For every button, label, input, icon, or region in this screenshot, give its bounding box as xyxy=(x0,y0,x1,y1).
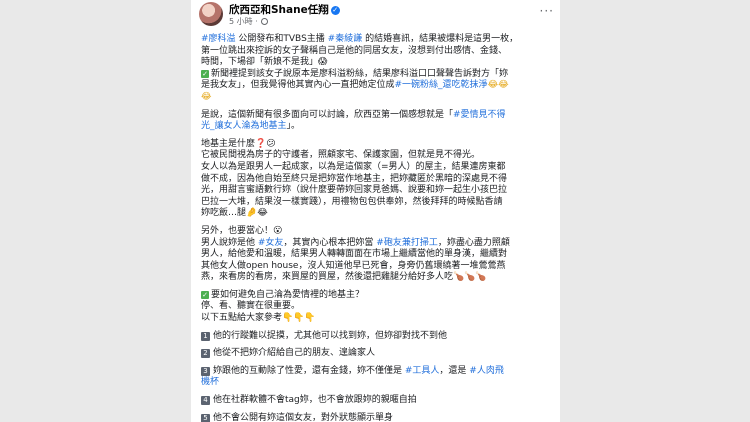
hashtag-link[interactable]: #人肉飛 xyxy=(469,366,504,376)
paragraph-4: 另外，也要當心！😮 男人說妳是他 #女友，其實內心根本把妳當 #砲友兼打掃工，妳… xyxy=(201,226,551,284)
hashtag-link[interactable]: #砲友兼打掃工 xyxy=(376,238,438,248)
text-fragment: 他從不把妳介紹給自己的朋友、遑論家人 xyxy=(213,348,376,359)
hashtag-link[interactable]: #廖科溢 xyxy=(201,34,236,44)
hashtag-link[interactable]: #女友 xyxy=(258,238,284,248)
text-fragment: 男人說妳是他 xyxy=(201,237,258,248)
keycap-1-icon: 1 xyxy=(201,331,210,341)
text-fragment: 是我女友」，但我覺得他其實內心一直把她定位成 xyxy=(201,80,395,91)
text-fragment: ，妳盡心盡力照顧 xyxy=(437,237,510,248)
text-line: 男人，給他愛和溫暖，結果男人轉轉面面在市場上繼續當他的單身漢，繼續對 xyxy=(201,249,508,260)
text-fragment: ，其實內心根本把妳當 xyxy=(283,237,377,248)
text-line: 是我女友」，但我覺得他其實內心一直把她定位成#一碗粉絲_還吃乾抹淨😂😂 xyxy=(201,80,551,92)
text-line: 巴拉一大堆，結果沒一樣實踐），用禮物包包供奉妳，然後拜拜的時候點香請 xyxy=(201,196,503,207)
check-icon: ✓ xyxy=(201,290,209,299)
author-name[interactable]: 欣西亞和Shane任翔 ✓ xyxy=(229,2,340,17)
list-item: 1 他的行蹤難以捉摸，尤其他可以找到妳，但妳卻對找不到他 xyxy=(201,331,551,343)
text-line: 1 他的行蹤難以捉摸，尤其他可以找到妳，但妳卻對找不到他 xyxy=(201,331,551,343)
text-fragment: 他不會公開有妳這個女友，對外狀態顯示單身 xyxy=(213,412,394,422)
text-fragment: 公開發布和TVBS主播 xyxy=(235,34,328,44)
text-line: 妳吃飯…腿🤌😂 xyxy=(201,208,268,219)
globe-icon xyxy=(260,18,268,25)
text-fragment: 新聞裡提到該女子說原本是廖科溢粉絲，結果廖科溢口口聲聲告訴對方「妳 xyxy=(211,68,509,79)
avatar[interactable] xyxy=(199,2,223,26)
list-item: 5 他不會公開有妳這個女友，對外狀態顯示單身 xyxy=(201,413,551,422)
text-line: 5 他不會公開有妳這個女友，對外狀態顯示單身 xyxy=(201,413,551,422)
keycap-2-icon: 2 xyxy=(201,349,210,359)
hashtag-link[interactable]: 光_讓女人淪為地基主 xyxy=(201,121,287,131)
verified-icon: ✓ xyxy=(330,6,340,15)
text-line: 地基主是什麼❓😕 xyxy=(201,138,276,149)
text-line: 4 他在社群軟體不會tag妳，也不會放跟妳的親暱自拍 xyxy=(201,395,551,407)
text-fragment: 」。 xyxy=(286,121,301,132)
text-fragment: 他在社群軟體不會tag妳，也不會放跟妳的親暱自拍 xyxy=(213,395,417,406)
text-line: 光_讓女人淪為地基主」。 xyxy=(201,121,551,133)
text-line: 燕，來看房的看房，來買屋的買屋，然後還把雞腿分給好多人吃🍗🍗🍗 xyxy=(201,272,487,283)
text-line: 第一位跳出來控訴的女子聲稱自己是他的同居女友，沒想到付出感情、金錢、 xyxy=(201,45,508,56)
text-line: ✓ 新聞裡提到該女子說原本是廖科溢粉絲，結果廖科溢口口聲聲告訴對方「妳 xyxy=(201,69,551,81)
hashtag-link[interactable]: #一碗粉絲_還吃乾抹淨 xyxy=(395,80,488,90)
author-name-text[interactable]: 欣西亞和Shane任翔 xyxy=(229,4,329,16)
paragraph-2: 是說，這個新聞有很多面向可以討論，欣西亞第一個感想就是「#愛情見不得 光_讓女人… xyxy=(201,110,551,133)
text-line: 以下五點給大家參考👇👇👇 xyxy=(201,313,316,324)
text-line: ✓ 要如何避免自己淪為愛情裡的地基主？ xyxy=(201,290,551,302)
post-time[interactable]: 5 小時 xyxy=(229,17,253,26)
text-fragment: 是說，這個新聞有很多面向可以討論，欣西亞第一個感想就是「 xyxy=(201,109,454,120)
paragraph-1: #廖科溢 公開發布和TVBS主播 #秦綾謙 的結婚喜訊，結果被爆料是這男一枚， … xyxy=(201,34,551,104)
text-fragment: 的結婚喜訊，結果被爆料是這男一枚， xyxy=(362,34,519,44)
post-body: #廖科溢 公開發布和TVBS主播 #秦綾謙 的結婚喜訊，結果被爆料是這男一枚， … xyxy=(201,34,551,422)
hashtag-link[interactable]: #秦綾謙 xyxy=(328,34,363,44)
more-options-button[interactable]: ··· xyxy=(540,4,554,18)
post-meta: 5 小時 · xyxy=(229,16,268,27)
text-fragment: 要如何避免自己淪為愛情裡的地基主？ xyxy=(211,289,365,300)
text-line: 3 妳跟他的互動除了性愛，還有金錢，妳不僅僅是 #工具人，還是 #人肉飛 xyxy=(201,366,551,378)
text-fragment: 他的行蹤難以捉摸，尤其他可以找到妳，但妳卻對找不到他 xyxy=(213,330,448,341)
text-line: 2 他從不把妳介紹給自己的朋友、遑論家人 xyxy=(201,348,551,360)
paragraph-5: ✓ 要如何避免自己淪為愛情裡的地基主？ 停、看、聽實在很重要。 以下五點給大家參考… xyxy=(201,290,551,325)
check-icon: ✓ xyxy=(201,69,209,78)
keycap-5-icon: 5 xyxy=(201,413,210,422)
text-fragment: ，還是 xyxy=(439,365,470,376)
text-line: 光，用甜言蜜語數行妳（說什麼要帶妳回家見爸媽、說要和妳一起生小孩巴拉 xyxy=(201,185,508,196)
text-line: 女人以為是跟男人一起成家，以為是這個家（=男人）的屋主，結果連房東都 xyxy=(201,161,506,172)
keycap-4-icon: 4 xyxy=(201,396,210,406)
text-line: 時間，下場卻「新娘不是我」😱 xyxy=(201,57,328,68)
text-line: 另外，也要當心！😮 xyxy=(201,225,283,236)
text-fragment: 妳跟他的互動除了性愛，還有金錢，妳不僅僅是 xyxy=(213,365,405,376)
text-line: #廖科溢 公開發布和TVBS主播 #秦綾謙 的結婚喜訊，結果被爆料是這男一枚， xyxy=(201,34,551,46)
text-line: 停、看、聽實在很重要。 xyxy=(201,301,301,312)
hashtag-link-continued[interactable]: 機杯 xyxy=(201,377,551,389)
text-line: 它被民間視為房子的守護者，照顧家宅、保護家園，但就是見不得光。 xyxy=(201,150,481,161)
hashtag-link[interactable]: #工具人 xyxy=(405,366,440,376)
text-line: 是說，這個新聞有很多面向可以討論，欣西亞第一個感想就是「#愛情見不得 xyxy=(201,110,551,122)
hashtag-link[interactable]: #愛情見不得 xyxy=(453,110,506,120)
text-line: 男人說妳是他 #女友，其實內心根本把妳當 #砲友兼打掃工，妳盡心盡力照顧 xyxy=(201,238,551,250)
post-header: 欣西亞和Shane任翔 ✓ 5 小時 · ··· xyxy=(199,2,554,28)
facebook-post-card: 欣西亞和Shane任翔 ✓ 5 小時 · ··· #廖科溢 公開發布和TVBS主播… xyxy=(191,0,560,422)
keycap-3-icon: 3 xyxy=(201,366,210,376)
list-item: 3 妳跟他的互動除了性愛，還有金錢，妳不僅僅是 #工具人，還是 #人肉飛 機杯 xyxy=(201,366,551,389)
emoji: 😂😂 xyxy=(487,80,509,91)
text-line: 其他女人做open house，沒人知道他早已死會，身旁仍舊環繞著一堆鶯鶯燕 xyxy=(201,260,506,271)
list-item: 4 他在社群軟體不會tag妳，也不會放跟妳的親暱自拍 xyxy=(201,395,551,407)
list-item: 2 他從不把妳介紹給自己的朋友、遑論家人 xyxy=(201,348,551,360)
text-line: 做不成，因為他自始至終只是把妳當作地基主，把妳藏匿於黑暗的深處見不得 xyxy=(201,173,508,184)
paragraph-3: 地基主是什麼❓😕 它被民間視為房子的守護者，照顧家宅、保護家園，但就是見不得光。… xyxy=(201,139,551,220)
emoji: 😂 xyxy=(201,91,212,102)
